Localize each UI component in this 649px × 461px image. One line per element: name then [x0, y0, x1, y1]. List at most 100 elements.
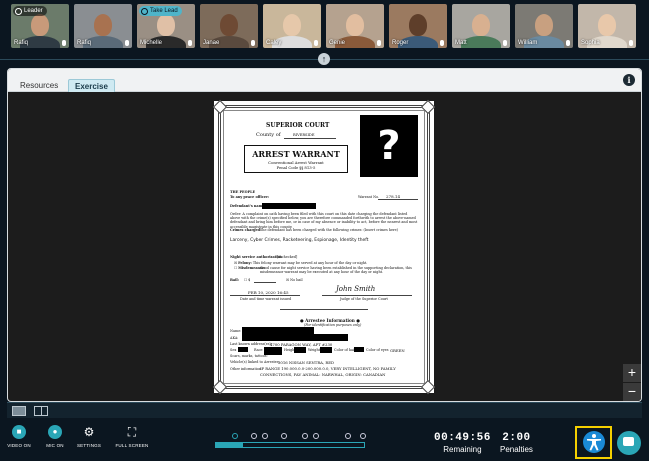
participant-face — [598, 14, 616, 36]
split-view-button[interactable] — [34, 406, 48, 416]
weight-label: Weight — [308, 348, 321, 352]
participant-face — [346, 14, 364, 36]
mic-toggle-button[interactable]: ● MIC ON — [37, 425, 73, 448]
address-label: Last known address(es): — [230, 342, 272, 346]
to-any-officer: To any peace officer: — [230, 195, 270, 199]
mic-icon — [125, 40, 129, 46]
milestone-marker — [302, 433, 308, 439]
mic-icon — [62, 40, 66, 46]
participant-tile[interactable]: Roger — [389, 4, 447, 48]
participant-face — [94, 14, 112, 36]
zoom-in-button[interactable]: + — [623, 364, 641, 382]
participant-face — [283, 14, 301, 36]
mic-icon — [188, 40, 192, 46]
mic-icon — [314, 40, 318, 46]
info-icon[interactable]: i — [623, 74, 635, 86]
milestone-marker — [232, 433, 238, 439]
participant-name: Michelle — [140, 40, 163, 46]
progress-bar — [215, 442, 365, 448]
participant-name: Genie — [329, 40, 346, 46]
microphone-icon: ● — [48, 425, 62, 439]
penalties: 2:00 Penalties — [500, 432, 533, 454]
judge-signature: John Smith — [336, 285, 376, 293]
participant-tile[interactable]: Caley — [263, 4, 321, 48]
felony-label: Felony: — [238, 261, 252, 265]
bail-amount-value: $ — [248, 278, 251, 282]
eyes-label: Color of eyes — [366, 348, 389, 352]
scars-label: Scars, marks, tattoos: — [230, 354, 268, 358]
video-toggle-button[interactable]: ■ VIDEO ON — [1, 425, 37, 448]
chat-icon[interactable] — [617, 431, 641, 455]
date-line — [230, 295, 300, 296]
sex-label: Sex — [230, 348, 237, 352]
app-root: Leader Rafiq Rafiq Take Lead Michelle Ja… — [0, 0, 649, 461]
warrant-no-label: Warrant No. — [358, 195, 380, 199]
progress-fill — [216, 443, 243, 447]
the-people: THE PEOPLE — [230, 190, 256, 194]
milestone-marker — [360, 433, 366, 439]
milestone-marker — [262, 433, 268, 439]
participant-tile[interactable]: Matt — [452, 4, 510, 48]
court-name: SUPERIOR COURT — [266, 122, 330, 129]
mic-icon — [629, 40, 633, 46]
milestone-marker — [281, 433, 287, 439]
participant-tile[interactable]: Janae — [200, 4, 258, 48]
county-label: County of — [256, 132, 281, 138]
settings-label: SETTINGS — [76, 443, 102, 448]
accessibility-button[interactable] — [575, 426, 612, 459]
settings-button[interactable]: ⚙ SETTINGS — [71, 425, 107, 448]
no-bail-checkbox: ☒ No bail — [286, 278, 303, 282]
single-view-button[interactable] — [12, 406, 26, 416]
judge-caption: Judge of the Superior Court — [340, 297, 388, 301]
participant-face — [409, 14, 427, 36]
time-remaining-value: 00:49:56 — [434, 432, 491, 444]
other-info-line1: IP RANGE 190.000.0.0-200.000.0.0, VERY I… — [260, 366, 396, 371]
participant-name: Janae — [203, 40, 220, 46]
felony-checkbox: ☒ Felony: This felony warrant may be ser… — [234, 261, 368, 265]
video-label: VIDEO ON — [7, 443, 31, 448]
leader-icon — [15, 7, 22, 15]
participant-name: Matt — [455, 40, 467, 46]
eyes-value: GREEN — [390, 348, 405, 353]
vehicle-label: Vehicle(s) linked to Arrestee: — [230, 360, 280, 364]
redaction-bar — [238, 347, 248, 352]
milestone-marker — [345, 433, 351, 439]
participant-tile[interactable]: Genie — [326, 4, 384, 48]
participant-tile[interactable]: Sophia — [578, 4, 636, 48]
participant-name: Rafiq — [14, 40, 29, 46]
tab-exercise[interactable]: Exercise — [68, 79, 115, 92]
arrest-warrant-document: SUPERIOR COURT County of RIVERSIDE ARRES… — [212, 99, 436, 395]
hair-label: Color of hair — [334, 348, 356, 352]
mic-icon — [251, 40, 255, 46]
mic-icon — [566, 40, 570, 46]
participant-tile[interactable]: Leader Rafiq — [11, 4, 69, 48]
exercise-panel: Resources Exercise i SUPERIOR COURT Coun… — [7, 68, 642, 402]
tab-resources[interactable]: Resources — [14, 79, 64, 92]
aka-label: AKA: — [230, 336, 239, 340]
vehicle-value: 2016 NISSAN SENTRA, RED — [278, 360, 335, 365]
panel-header: Resources Exercise i — [8, 69, 641, 92]
redaction-bar — [242, 334, 348, 341]
warrant-title-box: ARREST WARRANT Conventional Arrest Warra… — [244, 145, 348, 173]
fullscreen-icon: ⛶ — [127, 425, 137, 439]
redaction-bar — [262, 203, 316, 209]
warrant-code: Penal Code §§ 813-5 — [276, 165, 316, 170]
mic-icon — [440, 40, 444, 46]
fullscreen-label: FULL SCREEN — [115, 443, 149, 448]
take-lead-button[interactable]: Take Lead — [139, 6, 182, 16]
penalties-value: 2:00 — [502, 432, 531, 444]
bail-amount: ☐ $ — [244, 278, 251, 282]
collapse-arrow-icon[interactable]: ↑ — [318, 53, 330, 65]
participant-tile[interactable]: William — [515, 4, 573, 48]
leader-badge: Leader — [13, 6, 47, 16]
night-service-label: Night service authorization — [230, 255, 283, 259]
milestone-marker — [251, 433, 257, 439]
zoom-out-button[interactable]: − — [623, 383, 641, 401]
badge-label: Leader — [24, 8, 43, 14]
fullscreen-button[interactable]: ⛶ FULL SCREEN — [112, 425, 152, 448]
participant-tile[interactable]: Rafiq — [74, 4, 132, 48]
night-service-note: [if checked] — [277, 255, 298, 259]
participant-tile[interactable]: Take Lead Michelle — [137, 4, 195, 48]
crimes-label: Crimes charged: — [230, 228, 262, 232]
redaction-bar — [294, 347, 306, 353]
